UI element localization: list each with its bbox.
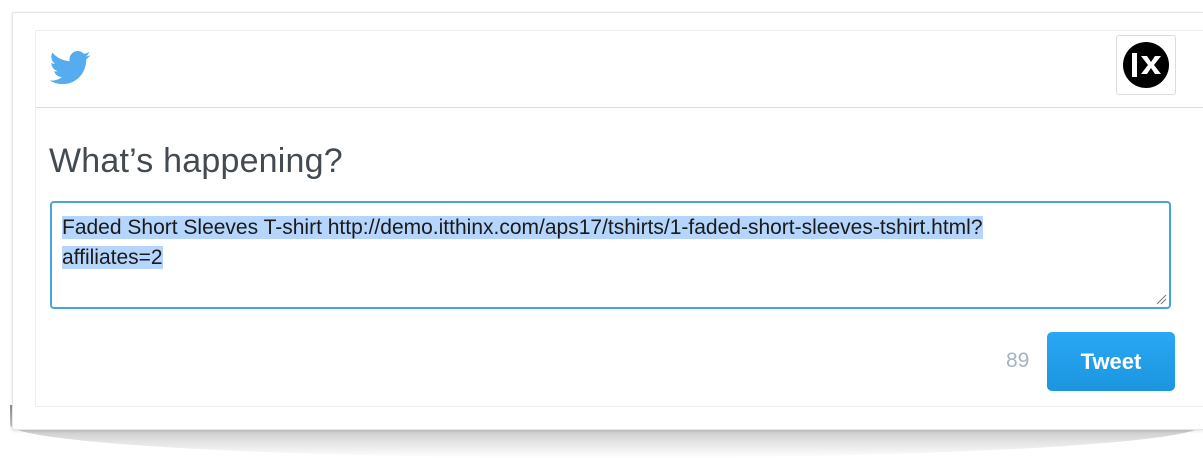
tweet-text-line-2: affiliates=2 [62,246,163,269]
compose-header [36,31,1203,108]
close-icon [1123,42,1169,88]
compose-card: What’s happening? Faded Short Sleeves T-… [35,30,1203,407]
compose-heading: What’s happening? [49,142,343,180]
tweet-text-line-1: Faded Short Sleeves T-shirt http://demo.… [62,216,983,239]
close-button[interactable] [1116,35,1176,95]
resize-grip-icon[interactable] [1155,293,1167,305]
tweet-textarea[interactable]: Faded Short Sleeves T-shirt http://demo.… [50,201,1171,309]
tweet-button[interactable]: Tweet [1047,332,1175,391]
twitter-bird-icon [49,51,91,85]
character-counter: 89 [1006,349,1030,372]
